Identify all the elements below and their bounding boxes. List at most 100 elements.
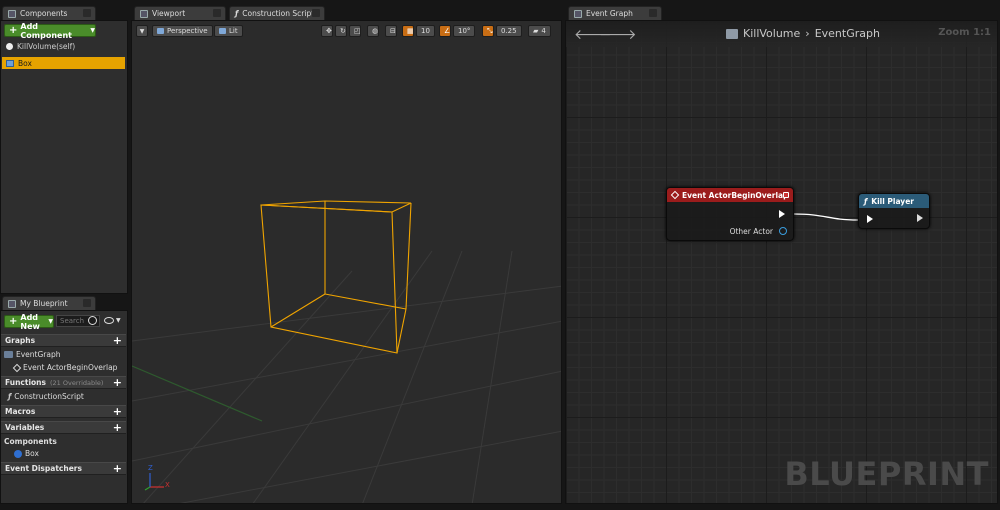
box-wireframe <box>260 200 412 354</box>
viewport-icon <box>140 9 148 18</box>
perspective-label: Perspective <box>167 27 208 35</box>
scale-snap-icon: ⤡ <box>487 26 493 35</box>
delegate-pin-icon[interactable] <box>783 192 789 198</box>
surface-snap-icon: ⊟ <box>390 27 396 35</box>
add-variable-icon[interactable]: + <box>113 421 122 434</box>
list-item-box-variable[interactable]: Box <box>14 449 39 458</box>
node-event-actor-begin-overlap[interactable]: Event ActorBeginOverlap Other Actor <box>666 187 794 241</box>
axis-x-label: X <box>165 481 170 489</box>
close-icon[interactable] <box>83 299 91 307</box>
axis-gizmo <box>144 473 164 491</box>
camera-icon <box>157 28 164 34</box>
add-component-button[interactable]: + Add Component ▼ <box>4 22 96 40</box>
components-category-label: Components <box>4 437 57 446</box>
viewport-options-button[interactable]: ▼ <box>136 25 148 37</box>
tab-viewport[interactable]: Viewport <box>134 6 226 20</box>
perspective-button[interactable]: Perspective <box>152 25 213 37</box>
components-icon <box>8 9 16 18</box>
node-kill-player[interactable]: ƒ Kill Player <box>858 193 930 229</box>
tab-construction-script[interactable]: ƒ Construction Script <box>229 6 325 20</box>
tab-construction-label: Construction Script <box>242 9 315 18</box>
axis-z-label: Z <box>148 464 153 472</box>
floor-grid <box>132 250 561 503</box>
move-icon: ✥ <box>326 27 332 35</box>
add-macro-icon[interactable]: + <box>113 405 122 418</box>
grid-snap-toggle[interactable]: ▦ <box>402 25 414 37</box>
list-item-eventgraph[interactable]: EventGraph <box>4 350 61 359</box>
translate-tool-button[interactable]: ✥ <box>321 25 333 37</box>
close-icon[interactable] <box>213 9 221 17</box>
world-local-button[interactable]: ◍ <box>367 25 379 37</box>
camera-speed-icon: ▰ <box>533 27 539 35</box>
add-dispatcher-icon[interactable]: + <box>113 462 122 475</box>
exec-in-pin[interactable] <box>867 215 873 223</box>
tab-event-graph[interactable]: Event Graph <box>568 6 662 20</box>
box-component-icon <box>6 59 14 67</box>
add-graph-icon[interactable]: + <box>113 334 122 347</box>
surface-snap-button[interactable]: ⊟ <box>385 25 397 37</box>
plus-icon: + <box>9 315 18 327</box>
component-root-label: KillVolume(self) <box>17 41 76 51</box>
scale-snap-toggle[interactable]: ⤡ <box>482 25 494 37</box>
section-macros[interactable]: Macros + <box>1 405 126 418</box>
self-icon <box>6 42 13 50</box>
rotation-snap-toggle[interactable]: ∠ <box>439 25 451 37</box>
exec-out-pin-hollow[interactable] <box>917 214 923 222</box>
section-functions-label: Functions <box>5 378 46 387</box>
lit-button[interactable]: Lit <box>214 25 243 37</box>
exec-wire <box>793 213 859 221</box>
tab-components-label: Components <box>20 9 68 18</box>
chevron-down-icon: ▼ <box>48 318 53 325</box>
event-overlap-label: Event ActorBeginOverlap <box>23 363 118 372</box>
list-item-event-overlap[interactable]: Event ActorBeginOverlap <box>12 363 118 372</box>
grid-icon: ▦ <box>407 27 414 35</box>
node-kill-player-header[interactable]: ƒ Kill Player <box>859 194 929 208</box>
exec-out-pin[interactable] <box>779 210 785 218</box>
add-function-icon[interactable]: + <box>113 376 122 389</box>
angle-icon: ∠ <box>444 27 451 35</box>
event-icon <box>12 363 22 372</box>
component-box[interactable]: Box <box>2 57 125 69</box>
tab-my-blueprint-label: My Blueprint <box>20 299 68 308</box>
search-placeholder: Search <box>60 317 85 325</box>
graph-canvas[interactable]: 🡐 🡒 KillVolume › EventGraph Zoom 1:1 Eve… <box>565 20 998 504</box>
scale-snap-value[interactable]: 0.25 <box>496 25 522 37</box>
rotate-tool-button[interactable]: ↻ <box>335 25 347 37</box>
close-icon[interactable] <box>312 9 320 17</box>
section-event-dispatchers[interactable]: Event Dispatchers + <box>1 462 126 475</box>
close-icon[interactable] <box>649 9 657 17</box>
scale-tool-button[interactable]: ◰ <box>349 25 361 37</box>
list-item-components-category[interactable]: Components <box>4 437 57 446</box>
node-event-title: Event ActorBeginOverlap <box>682 190 789 200</box>
list-item-construction-script[interactable]: ƒ ConstructionScript <box>8 392 84 401</box>
blueprint-icon <box>8 299 16 308</box>
chevron-down-icon[interactable]: ▼ <box>116 317 121 324</box>
close-icon[interactable] <box>83 9 91 17</box>
viewport-canvas[interactable]: X Z ▼ Perspective Lit ✥ ↻ ◰ ◍ ⊟ ▦ 10 ∠ 1… <box>131 20 562 504</box>
section-graphs-label: Graphs <box>5 336 36 345</box>
function-icon: ƒ <box>235 9 239 18</box>
eventgraph-label: EventGraph <box>16 350 61 359</box>
node-event-header[interactable]: Event ActorBeginOverlap <box>667 188 793 202</box>
eye-icon[interactable] <box>104 317 114 324</box>
globe-icon: ◍ <box>372 27 379 35</box>
construction-script-label: ConstructionScript <box>14 392 84 401</box>
graph-icon <box>4 351 13 358</box>
camera-speed-button[interactable]: ▰ 4 <box>528 25 551 37</box>
section-functions[interactable]: Functions (21 Overridable) + <box>1 376 126 389</box>
section-graphs[interactable]: Graphs + <box>1 334 126 347</box>
section-dispatchers-label: Event Dispatchers <box>5 464 82 473</box>
tab-components[interactable]: Components <box>2 6 96 20</box>
other-actor-pin[interactable] <box>779 227 787 235</box>
add-new-button[interactable]: + Add New ▼ <box>4 313 54 331</box>
search-icon[interactable] <box>88 316 97 325</box>
rotation-snap-value[interactable]: 10° <box>453 25 476 37</box>
section-variables[interactable]: Variables + <box>1 421 126 434</box>
tab-my-blueprint[interactable]: My Blueprint <box>2 296 96 310</box>
function-icon: ƒ <box>864 196 868 206</box>
grid-snap-value[interactable]: 10 <box>416 25 435 37</box>
component-root[interactable]: KillVolume(self) <box>2 40 125 52</box>
object-variable-icon <box>14 449 22 458</box>
node-kill-player-title: Kill Player <box>871 196 914 206</box>
scale-snap-label: 0.25 <box>501 27 517 35</box>
